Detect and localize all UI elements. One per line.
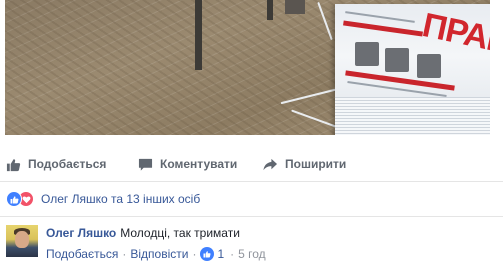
meta-separator: · (192, 247, 197, 261)
comment-button-label: Коментувати (160, 157, 238, 171)
reaction-summary-link[interactable]: Олег Ляшко та 13 інших осіб (41, 192, 200, 206)
comment-like-icon (200, 247, 215, 261)
newspaper-portrait (355, 42, 379, 66)
thumbs-up-icon (6, 157, 21, 172)
comment-timestamp[interactable]: 5 год (238, 247, 266, 261)
comment: Олег Ляшко Молодці, так тримати Подобаєть… (0, 222, 503, 265)
newspaper-edges (335, 97, 490, 135)
post-photo[interactable]: ПРАВДА (5, 0, 490, 135)
photo-table-leg (285, 0, 305, 14)
avatar[interactable] (6, 225, 38, 257)
reaction-icons[interactable] (6, 191, 36, 207)
newspaper-portrait (385, 48, 409, 72)
photo-string (317, 1, 333, 41)
comment-like-count[interactable]: 1 (217, 247, 224, 261)
post-action-bar: Подобається Коментувати Поширити (0, 145, 503, 182)
share-button[interactable]: Поширити (262, 154, 346, 174)
photo-table-leg (267, 0, 273, 20)
avatar-face (15, 231, 29, 248)
photo-string (280, 87, 340, 105)
comment-text: Молодці, так тримати (120, 226, 240, 240)
comment-like-link[interactable]: Подобається (46, 247, 118, 261)
comment-meta: Подобається · Відповісти · 1 · 5 год (46, 247, 266, 261)
photo-string (291, 109, 339, 129)
newspaper-text-line (345, 11, 415, 23)
like-button[interactable]: Подобається (6, 154, 106, 174)
share-button-label: Поширити (285, 157, 347, 171)
meta-separator: · (122, 247, 127, 261)
newspaper-red-bar (343, 20, 423, 37)
meta-separator: · (230, 247, 235, 261)
like-button-label: Подобається (28, 157, 107, 171)
comment-author-link[interactable]: Олег Ляшко (46, 226, 116, 240)
newspaper-stack: ПРАВДА (335, 4, 490, 135)
reactions-row: Олег Ляшко та 13 інших осіб (0, 182, 503, 217)
comment-button[interactable]: Коментувати (138, 154, 237, 174)
share-arrow-icon (262, 157, 278, 172)
comment-body: Олег Ляшко Молодці, так тримати (46, 226, 240, 240)
speech-bubble-icon (138, 157, 153, 172)
like-reaction-icon (6, 191, 22, 207)
photo-table-leg (195, 0, 202, 70)
comment-reply-link[interactable]: Відповісти (130, 247, 188, 261)
